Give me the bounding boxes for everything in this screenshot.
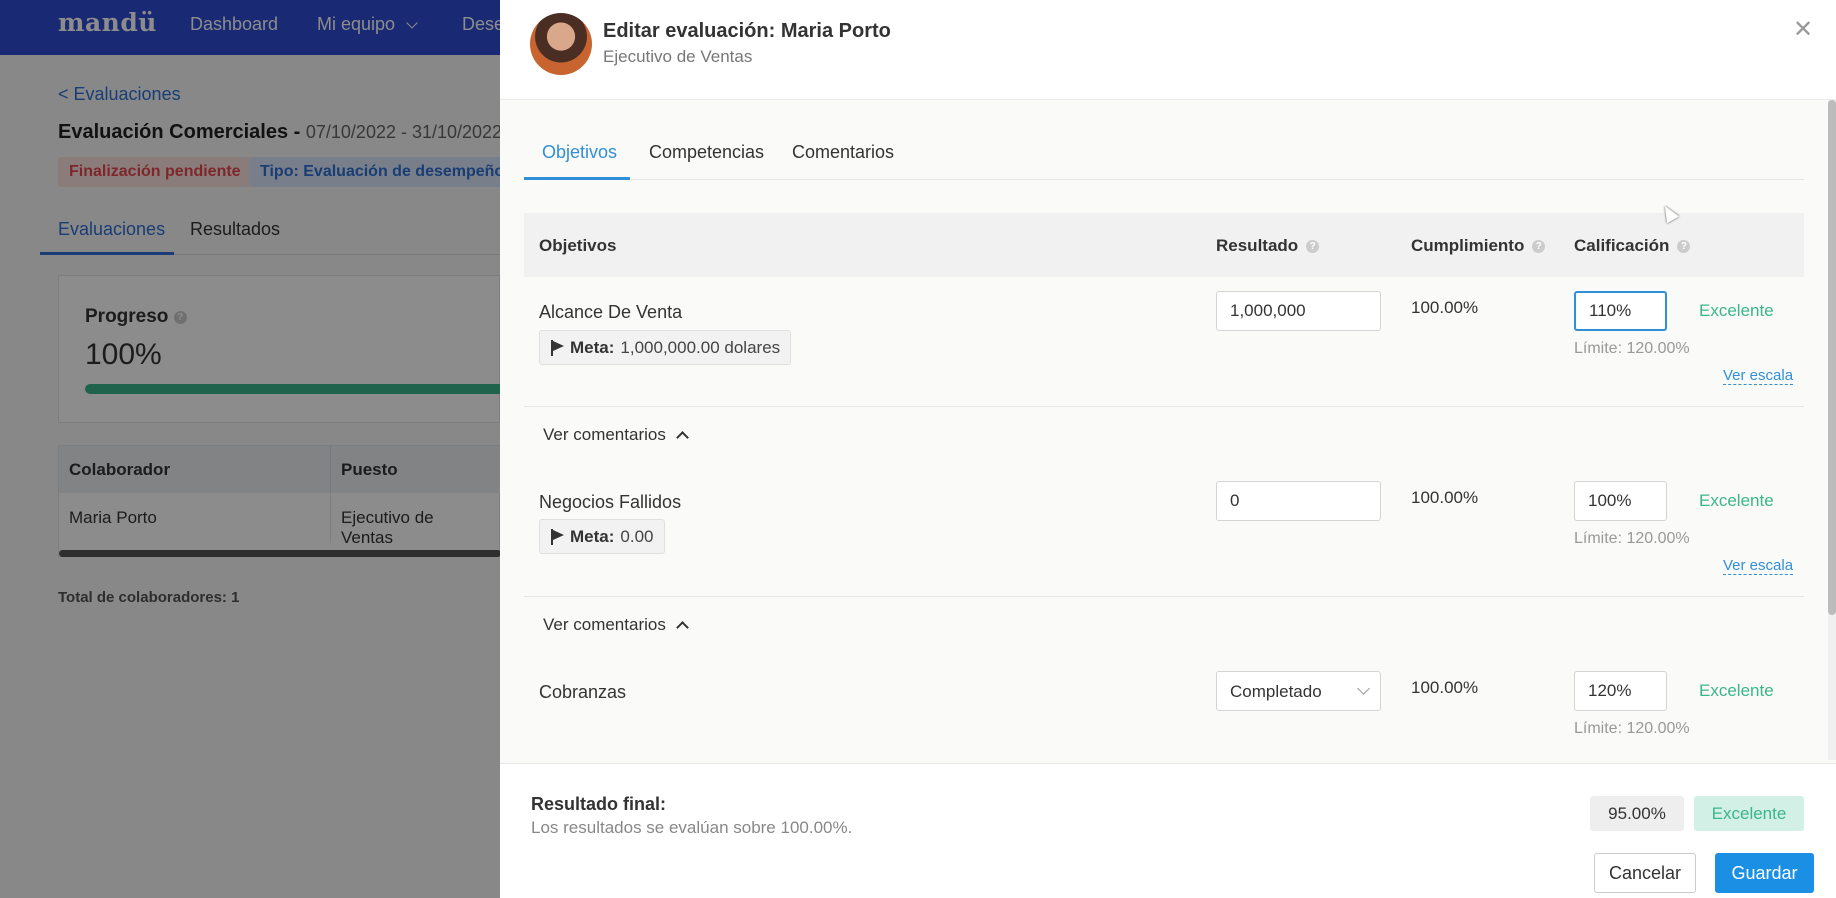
drawer-subtitle: Ejecutivo de Ventas xyxy=(603,47,753,66)
result-input[interactable] xyxy=(1216,291,1381,331)
ver-escala-link[interactable]: Ver escala xyxy=(1723,557,1794,575)
column-calificacion-label: Calificación xyxy=(1574,236,1670,255)
tab-active-indicator xyxy=(524,177,630,180)
calificacion-input[interactable] xyxy=(1574,291,1667,331)
ver-comentarios-toggle[interactable]: Ver comentarios xyxy=(543,615,689,635)
tab-objetivos[interactable]: Objetivos xyxy=(542,142,617,163)
row-divider xyxy=(524,596,1804,597)
column-objetivos: Objetivos xyxy=(539,236,616,256)
meta-value: 1,000,000.00 dolares xyxy=(620,337,781,357)
cumplimiento-value: 100.00% xyxy=(1411,488,1479,507)
drawer-tabs: Objetivos Competencias Comentarios xyxy=(524,130,1804,180)
drawer-header: Editar evaluación: Maria Porto Ejecutivo… xyxy=(500,0,1836,100)
drawer-footer: Resultado final: Los resultados se evalú… xyxy=(500,763,1836,898)
meta-value: 0.00 xyxy=(620,526,654,546)
column-calificacion: Calificación ? xyxy=(1574,236,1691,256)
ver-comentarios-label: Ver comentarios xyxy=(543,615,666,634)
save-button[interactable]: Guardar xyxy=(1715,853,1814,893)
objective-name: Cobranzas xyxy=(539,682,627,702)
calificacion-input[interactable] xyxy=(1574,671,1667,711)
column-resultado: Resultado ? xyxy=(1216,236,1320,256)
tab-comentarios[interactable]: Comentarios xyxy=(792,142,894,163)
chevron-up-icon xyxy=(675,431,689,444)
close-icon[interactable]: ✕ xyxy=(1790,17,1816,43)
cumplimiento-value: 100.00% xyxy=(1411,678,1479,697)
final-result-note: Los resultados se evalúan sobre 100.00%. xyxy=(531,818,853,837)
scroll-thumb[interactable] xyxy=(1828,100,1836,615)
edit-evaluation-drawer: Editar evaluación: Maria Porto Ejecutivo… xyxy=(500,0,1836,898)
meta-label: Meta: xyxy=(570,337,615,357)
limite-text: Límite: 120.00% xyxy=(1574,530,1690,547)
column-resultado-label: Resultado xyxy=(1216,236,1299,255)
ver-escala-link[interactable]: Ver escala xyxy=(1723,367,1794,385)
rating-label: Excelente xyxy=(1699,301,1774,320)
result-select[interactable]: Completado xyxy=(1216,671,1381,711)
chevron-down-icon xyxy=(1357,682,1370,695)
row-divider xyxy=(524,406,1804,407)
limite-text: Límite: 120.00% xyxy=(1574,340,1690,357)
column-cumplimiento-label: Cumplimiento xyxy=(1411,236,1525,255)
vertical-scrollbar[interactable] xyxy=(1828,100,1836,760)
chevron-up-icon xyxy=(675,621,689,634)
rating-label: Excelente xyxy=(1699,491,1774,510)
cancel-button[interactable]: Cancelar xyxy=(1594,853,1696,893)
result-input[interactable] xyxy=(1216,481,1381,521)
column-cumplimiento: Cumplimiento ? xyxy=(1411,236,1546,256)
final-result-percentage: 95.00% xyxy=(1590,796,1684,831)
info-icon[interactable]: ? xyxy=(1677,239,1691,253)
objective-name: Alcance De Venta xyxy=(539,302,683,322)
rating-label: Excelente xyxy=(1699,681,1774,700)
meta-chip: Meta: 0.00 xyxy=(539,519,665,554)
flag-icon xyxy=(550,528,564,545)
meta-chip: Meta: 1,000,000.00 dolares xyxy=(539,330,792,365)
column-objetivos-label: Objetivos xyxy=(539,236,617,255)
ver-comentarios-label: Ver comentarios xyxy=(543,425,666,444)
tab-competencias[interactable]: Competencias xyxy=(649,142,764,163)
final-result-label: Resultado final: xyxy=(531,794,667,814)
result-select-value: Completado xyxy=(1230,682,1322,701)
final-result-rating: Excelente xyxy=(1694,796,1804,831)
objectives-table-header: Objetivos Resultado ? Cumplimiento ? Cal… xyxy=(524,213,1804,277)
meta-label: Meta: xyxy=(570,526,615,546)
ver-comentarios-toggle[interactable]: Ver comentarios xyxy=(543,425,689,445)
drawer-title: Editar evaluación: Maria Porto xyxy=(603,20,891,42)
cumplimiento-value: 100.00% xyxy=(1411,298,1479,317)
objective-name: Negocios Fallidos xyxy=(539,492,682,512)
flag-icon xyxy=(550,339,564,356)
limite-text: Límite: 120.00% xyxy=(1574,720,1690,737)
calificacion-input[interactable] xyxy=(1574,481,1667,521)
avatar xyxy=(530,13,592,75)
info-icon[interactable]: ? xyxy=(1532,239,1546,253)
info-icon[interactable]: ? xyxy=(1306,239,1320,253)
